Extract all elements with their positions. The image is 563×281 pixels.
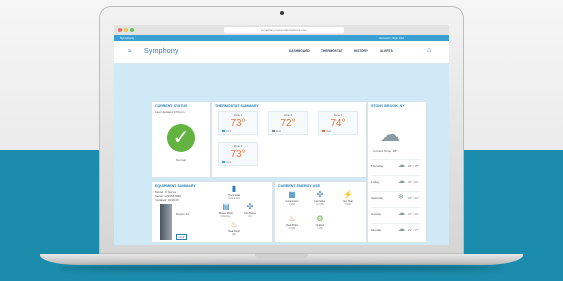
energy-item: ⚡ Aux Heat 0 kW [336,190,360,206]
forecast-day: Friday [371,180,380,184]
partly-cloudy-icon: ☁ [380,124,400,146]
nav-history[interactable]: HISTORY [354,49,368,53]
equipment-item: ▮ Thermostat Connected [222,184,246,200]
lightning-icon: ⚡ [343,190,353,199]
nav-alerts[interactable]: ALERTS [380,49,393,53]
minimize-window-icon[interactable] [124,28,128,32]
hvac-unit-image [160,204,172,240]
card-title: CURRENT ENERGY USE [278,184,321,188]
laptop-notch [255,254,308,258]
forecast-day: Sunday [371,212,382,216]
cloud-icon: ☁ [398,162,405,169]
fan-icon: ✣ [246,202,254,211]
forecast-temp: 33° / 22° [408,196,419,200]
dashboard-content: CURRENT STATUS Last Updated 3:50 pm ✓ No… [114,64,449,245]
fan-icon: ✣ [316,190,324,199]
equipment-line: Installed: 01/2015 [155,198,179,202]
card-title: EQUIPMENT SUMMARY [155,184,196,188]
outdoor-unit-icon: ⚙ [316,214,324,223]
maximize-window-icon[interactable] [130,28,134,32]
card-title: THERMOSTAT SUMMARY [215,104,259,108]
energy-item: ▦ Compressor 2 kW [280,190,304,206]
zone-temp: 73° [230,149,246,160]
heat-strips-icon: ♨ [288,214,296,223]
forecast-day: Thursday [371,164,384,168]
forecast-row: Thursday ☁ 28° / 18° [371,159,421,172]
forecast-temp: 29° / 17° [408,228,419,232]
equipment-item: ▤ Blower Motor Running [214,202,238,218]
last-updated-text: Last Updated 3:50 pm [155,110,185,114]
current-temp: Current Temp: 28° [373,149,398,153]
address-bar[interactable]: symphony.mysymphonyhome.com [224,27,344,33]
home-icon[interactable]: ⌂ [427,47,431,54]
equipment-summary-card: EQUIPMENT SUMMARY Model: X Series Serial… [151,181,273,243]
thermostat-icon: ▮ [231,184,237,193]
equipment-item: ♨ Heat Pump Idle [222,220,246,236]
energy-item: ✣ Fan Motor 0.3 kW [308,190,332,206]
cloud-icon: ☁ [398,210,405,217]
forecast-temp: 31° / 19° [408,212,419,216]
zone-label: Zone 3 [333,114,343,117]
zone-label: Zone 4 [233,145,243,148]
status-label: Normal [176,158,186,162]
app-logo[interactable]: Symphony [144,48,179,55]
webcam-icon [280,11,284,15]
forecast-row: Saturday ❄ 33° / 22° [371,191,421,204]
zone-temp: 73° [230,118,246,129]
snow-icon: ❄ [398,194,404,201]
zone-label: Zone 2 [283,114,293,117]
app-header: ≈ Symphony DASHBOARD THERMOSTAT HISTORY … [114,41,449,64]
energy-use-card: CURRENT ENERGY USE ▦ Compressor 2 kW ✣ F… [274,181,367,243]
zone-tile[interactable]: Zone 1 73° Cool [218,111,258,135]
blower-icon: ▤ [222,202,230,211]
current-status-card: CURRENT STATUS Last Updated 3:50 pm ✓ No… [151,101,211,178]
forecast-day: Monday [371,228,382,232]
weather-card: STONY BROOK, NY ☁ Current Temp: 28° Thur… [367,101,427,243]
zone-mode: Cool [222,161,231,164]
laptop-screen: symphony.mysymphonyhome.com Symphony Acc… [114,25,449,245]
card-title: CURRENT STATUS [155,104,188,108]
compressor-icon: ▦ [288,190,296,199]
zone-label: Zone 1 [233,114,243,117]
equipment-item: ✣ Fan Status On [238,202,262,218]
nav-thermostat[interactable]: THERMOSTAT [321,49,343,53]
browser-chrome: symphony.mysymphonyhome.com [114,25,449,35]
zone-tile[interactable]: Zone 4 73° Cool [218,142,258,166]
zone-mode: Cool [222,130,231,133]
close-window-icon[interactable] [118,28,122,32]
zone-mode: Auto [272,130,281,133]
equipment-callout: Return Air [176,212,190,216]
symphony-logo-icon: ≈ [128,48,132,55]
zone-tile[interactable]: Zone 2 72° Auto [268,111,308,135]
status-ok-icon: ✓ [167,124,195,152]
forecast-row: Sunday ☁ 31° / 19° [371,207,421,220]
forecast-temp: 30° / 20° [408,180,419,184]
card-title: STONY BROOK, NY [371,104,405,108]
forecast-day: Saturday [371,196,384,200]
cloud-icon: ☁ [398,178,405,185]
energy-item: ♨ Heat Strips 0 kW [280,214,304,230]
forecast-temp: 28° / 18° [408,164,419,168]
nav-dashboard[interactable]: DASHBOARD [289,49,310,53]
heat-icon: ♨ [230,220,238,229]
energy-item: ⚙ Outdoor 1 kW [308,214,332,230]
zone-tile[interactable]: Zone 3 74° Heat [318,111,358,135]
thermostat-summary-card: THERMOSTAT SUMMARY Zone 1 73° Cool Zone … [211,101,367,178]
forecast-row: Friday ☁ 30° / 20° [371,175,421,188]
zone-mode: Heat [322,130,331,133]
cloud-icon: ☁ [398,226,405,233]
zone-temp: 74° [330,118,346,129]
laptop-shadow [60,265,503,271]
equipment-callout[interactable]: Unit [176,234,188,240]
forecast-row: Monday ☁ 29° / 17° [371,223,421,236]
zone-temp: 72° [280,118,296,129]
